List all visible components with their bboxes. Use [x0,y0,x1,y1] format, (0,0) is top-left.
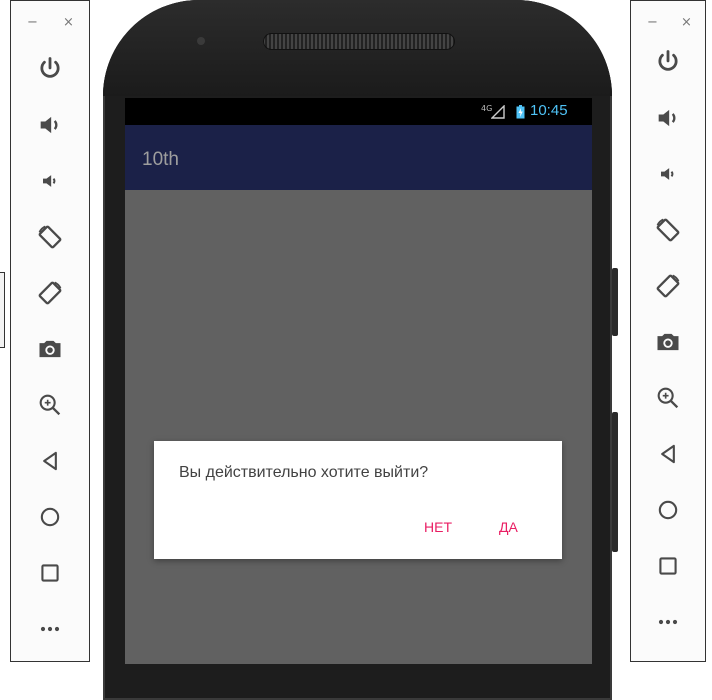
overview-icon [659,557,677,575]
exit-confirm-dialog: Вы действительно хотите выйти? НЕТ ДА [154,441,562,559]
power-button[interactable] [11,49,89,89]
rotate-left-icon [38,225,62,249]
device-power-key[interactable] [612,268,618,336]
more-icon [40,626,60,632]
zoom-button[interactable] [631,378,705,418]
rotate-left-button[interactable] [631,210,705,250]
volume-up-icon [40,116,58,134]
screenshot-button[interactable] [631,322,705,362]
more-button[interactable] [11,609,89,649]
more-button[interactable] [631,602,705,642]
app-title: 10th [142,149,179,170]
battery-charging-icon [516,105,525,119]
camera-icon [39,340,61,358]
volume-down-button[interactable] [11,161,89,201]
overview-button[interactable] [11,553,89,593]
overview-icon [41,564,59,582]
device-volume-key[interactable] [612,412,618,552]
zoom-icon [39,394,61,416]
status-bar: 4G 10:45 [125,98,592,125]
more-icon [658,619,678,625]
overview-button[interactable] [631,546,705,586]
rotate-right-icon [656,274,680,298]
back-icon [661,444,675,464]
volume-down-icon [661,168,674,180]
camera-icon [657,333,679,351]
rotate-right-icon [38,281,62,305]
app-bar: 10th [125,125,592,190]
volume-down-button[interactable] [631,154,705,194]
yes-button[interactable]: ДА [499,519,518,535]
emulator-toolbar-left: − × [10,0,90,662]
earpiece-speaker [263,33,455,50]
minimize-button[interactable]: − [27,15,38,30]
volume-down-icon [43,175,56,187]
device-screen: 4G 10:45 10th Вы действительно хотите вы… [125,98,592,664]
screenshot-button[interactable] [11,329,89,369]
back-button[interactable] [631,434,705,474]
rotate-left-icon [656,218,680,242]
back-icon [43,451,57,471]
close-button[interactable]: × [681,15,692,30]
no-button[interactable]: НЕТ [424,519,452,535]
status-time: 10:45 [530,102,568,119]
zoom-icon [657,387,679,409]
back-button[interactable] [11,441,89,481]
volume-up-button[interactable] [11,105,89,145]
rotate-right-button[interactable] [631,266,705,306]
home-icon [658,500,678,520]
home-icon [40,507,60,527]
close-button[interactable]: × [63,15,74,30]
window-edge [0,272,5,348]
home-button[interactable] [631,490,705,530]
volume-up-icon [658,109,676,127]
volume-up-button[interactable] [631,98,705,138]
home-button[interactable] [11,497,89,537]
zoom-button[interactable] [11,385,89,425]
power-icon [40,57,60,78]
rotate-right-button[interactable] [11,273,89,313]
emulator-toolbar-right: − × [630,0,706,662]
power-button[interactable] [631,42,705,82]
minimize-button[interactable]: − [647,15,658,30]
dialog-message: Вы действительно хотите выйти? [179,464,429,481]
power-icon [658,50,678,71]
signal-icon [491,105,505,119]
rotate-left-button[interactable] [11,217,89,257]
front-camera [197,37,205,45]
